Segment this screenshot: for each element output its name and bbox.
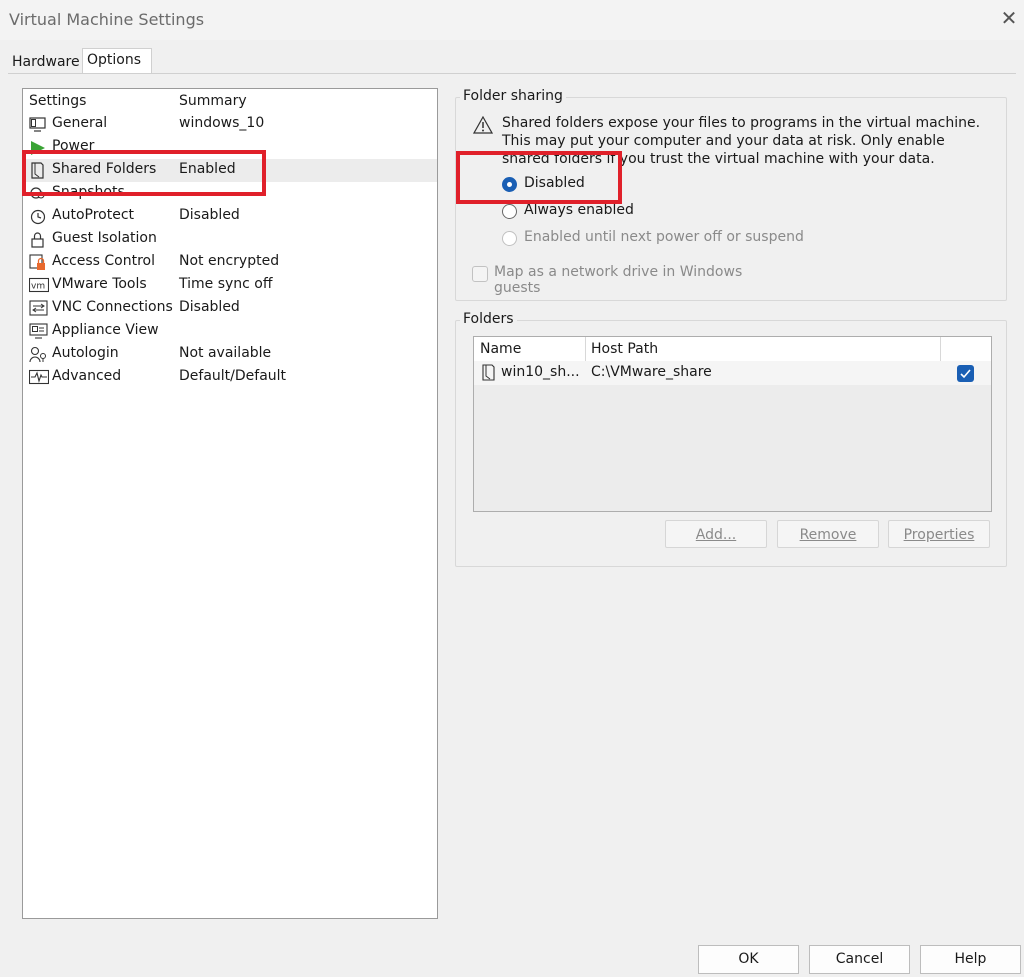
summary-column-header: Summary xyxy=(179,93,247,109)
settings-item-label: Advanced xyxy=(52,368,122,384)
settings-item-label: Autologin xyxy=(52,345,119,361)
monitor-icon xyxy=(29,116,46,133)
settings-item-access-control[interactable]: Access Control Not encrypted xyxy=(23,251,437,274)
settings-item-summary: Not available xyxy=(179,345,272,361)
remove-button[interactable]: Remove xyxy=(777,520,879,548)
folder-enabled-checkbox[interactable] xyxy=(957,365,974,382)
settings-item-label: General xyxy=(52,115,108,131)
clock-icon xyxy=(29,208,46,225)
map-network-drive-option[interactable]: Map as a network drive in Windows guests xyxy=(472,264,792,296)
settings-item-advanced[interactable]: Advanced Default/Default xyxy=(23,366,437,389)
settings-column-header: Settings xyxy=(29,93,87,109)
radio-enabled-until-power-off[interactable]: Enabled until next power off or suspend xyxy=(502,229,822,249)
lock-icon xyxy=(29,231,46,248)
settings-item-label: VMware Tools xyxy=(52,276,147,292)
settings-item-summary: Default/Default xyxy=(179,368,287,384)
settings-item-label: Appliance View xyxy=(52,322,159,338)
highlight-box-disabled-radio xyxy=(456,151,622,204)
tab-hardware[interactable]: Hardware xyxy=(8,51,88,74)
tab-divider xyxy=(8,73,1016,74)
settings-item-summary: Disabled xyxy=(179,299,240,315)
folder-host-path: C:\VMware_share xyxy=(591,364,712,380)
folders-label: Folders xyxy=(460,311,517,327)
settings-item-label: Guest Isolation xyxy=(52,230,157,246)
settings-item-autoprotect[interactable]: AutoProtect Disabled xyxy=(23,205,437,228)
settings-item-summary: windows_10 xyxy=(179,115,265,131)
cancel-button[interactable]: Cancel xyxy=(809,945,910,974)
radio-label-always-enabled: Always enabled xyxy=(524,202,634,218)
radio-label-enabled-until: Enabled until next power off or suspend xyxy=(524,229,804,245)
map-drive-checkbox[interactable] xyxy=(472,266,488,282)
window-title: Virtual Machine Settings xyxy=(9,10,205,29)
tab-options[interactable]: Options xyxy=(82,48,152,74)
radio-always-enabled[interactable]: Always enabled xyxy=(502,202,702,222)
settings-item-summary: Time sync off xyxy=(179,276,273,292)
highlight-box-shared-folders xyxy=(22,150,266,196)
table-header xyxy=(474,337,991,361)
settings-item-guest-isolation[interactable]: Guest Isolation xyxy=(23,228,437,251)
column-header-name[interactable]: Name xyxy=(480,341,521,357)
settings-item-label: Access Control xyxy=(52,253,155,269)
appliance-icon xyxy=(29,323,48,340)
settings-item-summary: Disabled xyxy=(179,207,240,223)
ok-button[interactable]: OK xyxy=(698,945,799,974)
settings-item-vmware-tools[interactable]: vm VMware Tools Time sync off xyxy=(23,274,437,297)
properties-button[interactable]: Properties xyxy=(888,520,990,548)
properties-button-label: Properties xyxy=(903,527,975,543)
help-button[interactable]: Help xyxy=(920,945,1021,974)
add-button-label: Add... xyxy=(695,527,737,543)
folder-sharing-label: Folder sharing xyxy=(460,88,566,104)
settings-item-vnc-connections[interactable]: VNC Connections Disabled xyxy=(23,297,437,320)
radio-button[interactable] xyxy=(502,231,517,246)
warning-line: Shared folders expose your files to prog… xyxy=(502,115,981,131)
map-drive-label: Map as a network drive in Windows guests xyxy=(494,264,743,296)
settings-item-autologin[interactable]: Autologin Not available xyxy=(23,343,437,366)
svg-text:vm: vm xyxy=(31,282,45,292)
warning-line: This may put your computer and your data… xyxy=(502,133,945,149)
column-divider xyxy=(940,337,941,361)
column-divider xyxy=(585,337,586,361)
autologin-icon xyxy=(29,346,46,363)
settings-item-label: AutoProtect xyxy=(52,207,135,223)
table-row[interactable]: win10_sh... C:\VMware_share xyxy=(474,361,991,385)
add-button[interactable]: Add... xyxy=(665,520,767,548)
folder-name: win10_sh... xyxy=(501,364,580,380)
settings-item-appliance-view[interactable]: Appliance View xyxy=(23,320,437,343)
vnc-icon xyxy=(29,300,48,317)
remove-button-label: Remove xyxy=(799,527,857,543)
settings-item-general[interactable]: General windows_10 xyxy=(23,113,437,136)
settings-list[interactable]: Settings Summary General windows_10 Powe… xyxy=(22,88,438,919)
settings-item-summary: Not encrypted xyxy=(179,253,280,269)
advanced-icon xyxy=(28,369,50,386)
access-control-icon xyxy=(29,254,46,271)
settings-item-label: VNC Connections xyxy=(52,299,173,315)
radio-button[interactable] xyxy=(502,204,517,219)
shared-folder-icon xyxy=(481,364,496,385)
folders-table[interactable]: Name Host Path win10_sh... C:\VMware_sha… xyxy=(473,336,992,512)
close-icon[interactable]: ✕ xyxy=(998,6,1020,32)
column-header-host-path[interactable]: Host Path xyxy=(591,341,658,357)
vmware-tools-icon: vm xyxy=(28,277,50,294)
warning-icon xyxy=(472,115,494,138)
